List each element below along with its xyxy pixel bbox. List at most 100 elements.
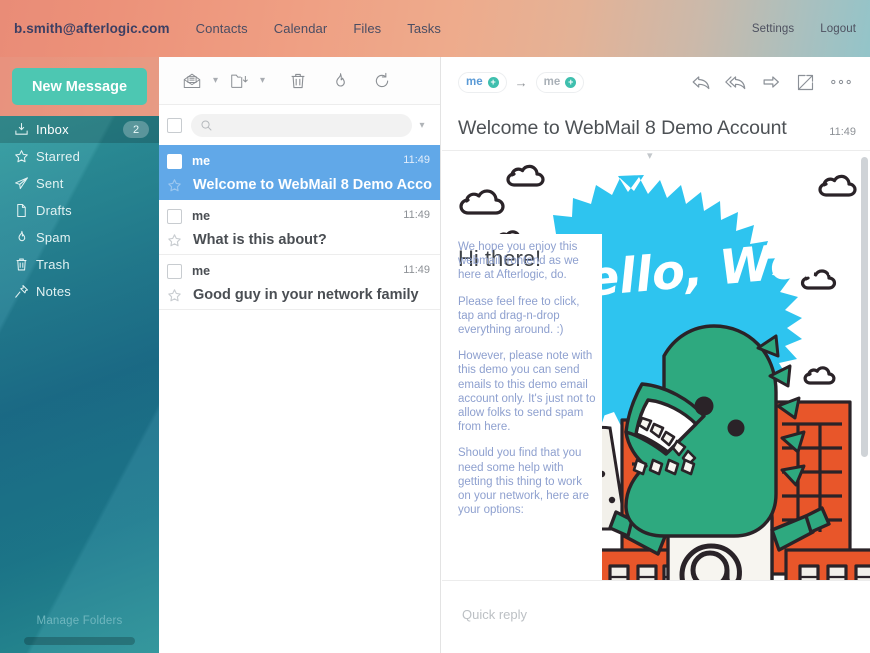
sidebar-item-drafts[interactable]: Drafts: [0, 197, 159, 224]
reading-pane-header: me + → me +: [442, 57, 870, 107]
open-in-new-window-icon[interactable]: [788, 65, 823, 100]
dino-eye: [695, 397, 714, 416]
message-sender: me: [192, 154, 210, 168]
message-row-bottom: Welcome to WebMail 8 Demo Account: [167, 173, 432, 197]
direction-arrow-icon: →: [515, 75, 528, 90]
message-subject: Welcome to WebMail 8 Demo Account: [193, 177, 432, 193]
sidebar-item-inbox[interactable]: Inbox 2: [0, 116, 159, 143]
message-checkbox[interactable]: [167, 154, 182, 169]
sidebar-item-label: Drafts: [36, 203, 72, 218]
sidebar-item-starred[interactable]: Starred: [0, 143, 159, 170]
message-time: 11:49: [403, 154, 430, 166]
message-row-bottom: What is this about?: [167, 228, 432, 252]
quick-reply-placeholder[interactable]: Quick reply: [462, 607, 527, 622]
forward-icon[interactable]: [753, 65, 788, 100]
send-icon: [14, 176, 34, 192]
message-time: 11:49: [403, 264, 430, 276]
message-body: Hello, World!: [442, 152, 870, 637]
message-time: 11:49: [403, 209, 430, 221]
trash-icon: [14, 257, 34, 273]
chevron-down-icon[interactable]: ▾: [207, 66, 224, 96]
add-contact-icon[interactable]: +: [565, 77, 576, 88]
to-chip[interactable]: me +: [536, 72, 585, 93]
chevron-down-icon[interactable]: ▾: [412, 110, 432, 140]
table-row[interactable]: me 11:49 Good guy in your network family: [159, 255, 440, 310]
subject-row: Welcome to WebMail 8 Demo Account 11:49: [442, 107, 870, 151]
pin-icon: [14, 284, 34, 300]
top-header-right: Settings Logout: [726, 0, 856, 57]
from-chip[interactable]: me +: [458, 72, 507, 93]
star-icon: [14, 149, 34, 165]
table-row[interactable]: me 11:49 Welcome to WebMail 8 Demo Accou…: [159, 145, 440, 200]
sidebar-item-label: Trash: [36, 257, 70, 272]
body-paragraph: Should you find that you need some help …: [458, 446, 596, 517]
new-message-button[interactable]: New Message: [12, 68, 147, 105]
webmail-app: b.smith@afterlogic.com Contacts Calendar…: [0, 0, 870, 653]
page-title: Welcome to WebMail 8 Demo Account: [458, 117, 787, 140]
search-row: ▾: [159, 105, 440, 145]
sidebar: New Message Inbox 2 Sta: [0, 57, 159, 653]
search-box[interactable]: [191, 114, 412, 137]
message-checkbox[interactable]: [167, 209, 182, 224]
body-paragraph: We hope you enjoy this webmail frontend …: [458, 240, 596, 283]
message-list-column: ▾ ▾: [159, 57, 441, 653]
move-to-folder-icon[interactable]: [224, 66, 254, 96]
body-paragraph: Please feel free to click, tap and drag-…: [458, 295, 596, 338]
quick-reply-area[interactable]: Quick reply: [442, 580, 870, 653]
nav-item-tasks[interactable]: Tasks: [407, 21, 441, 36]
nav-item-contacts[interactable]: Contacts: [196, 21, 248, 36]
sidebar-item-sent[interactable]: Sent: [0, 170, 159, 197]
from-chip-label: me: [466, 76, 483, 88]
logout-link[interactable]: Logout: [820, 23, 856, 35]
inbox-unread-badge: 2: [123, 121, 149, 138]
flame-icon: [14, 230, 34, 246]
message-checkbox[interactable]: [167, 264, 182, 279]
sidebar-item-trash[interactable]: Trash: [0, 251, 159, 278]
star-icon[interactable]: [167, 233, 184, 248]
file-icon: [14, 203, 34, 219]
message-list-toolbar: ▾ ▾: [159, 57, 440, 105]
nav-item-files[interactable]: Files: [353, 21, 381, 36]
inbox-icon: [14, 122, 34, 138]
manage-folders-link[interactable]: Manage Folders: [0, 615, 159, 627]
folder-list: Inbox 2 Starred Sent: [0, 116, 159, 305]
new-message-area: New Message: [0, 57, 159, 116]
add-contact-icon[interactable]: +: [488, 77, 499, 88]
mark-read-icon[interactable]: [177, 66, 207, 96]
chevron-down-icon[interactable]: ▾: [254, 66, 271, 96]
message-body-scroll: Hello, World!: [442, 152, 870, 637]
refresh-icon[interactable]: [367, 66, 397, 96]
flame-icon[interactable]: [325, 66, 355, 96]
sidebar-item-label: Starred: [36, 149, 80, 164]
sidebar-horizontal-scrollbar[interactable]: [24, 637, 135, 645]
body-paragraph: However, please note with this demo you …: [458, 349, 596, 434]
message-time: 11:49: [829, 126, 856, 138]
trash-icon[interactable]: [283, 66, 313, 96]
sidebar-item-label: Notes: [36, 284, 71, 299]
chevron-down-icon[interactable]: ▾: [647, 149, 653, 162]
sidebar-item-label: Inbox: [36, 122, 69, 137]
sidebar-item-label: Sent: [36, 176, 64, 191]
search-input[interactable]: [219, 118, 393, 132]
table-row[interactable]: me 11:49 What is this about?: [159, 200, 440, 255]
account-email-label[interactable]: b.smith@afterlogic.com: [14, 21, 170, 36]
message-row-top: me: [167, 152, 432, 170]
sidebar-item-notes[interactable]: Notes: [0, 278, 159, 305]
message-list: me 11:49 Welcome to WebMail 8 Demo Accou…: [159, 145, 440, 653]
message-sender: me: [192, 209, 210, 223]
reply-icon[interactable]: [683, 65, 718, 100]
to-chip-label: me: [544, 76, 561, 88]
select-all-checkbox[interactable]: [167, 118, 182, 133]
message-row-top: me: [167, 207, 432, 225]
more-options-icon[interactable]: [823, 65, 858, 100]
message-subject: Good guy in your network family: [193, 287, 419, 303]
settings-link[interactable]: Settings: [752, 23, 794, 35]
nav-item-calendar[interactable]: Calendar: [274, 21, 328, 36]
reply-all-icon[interactable]: [718, 65, 753, 100]
star-icon[interactable]: [167, 178, 184, 193]
star-icon[interactable]: [167, 288, 184, 303]
message-subject: What is this about?: [193, 232, 327, 248]
sidebar-item-spam[interactable]: Spam: [0, 224, 159, 251]
reading-pane-scrollbar[interactable]: [861, 157, 868, 457]
message-sender: me: [192, 264, 210, 278]
